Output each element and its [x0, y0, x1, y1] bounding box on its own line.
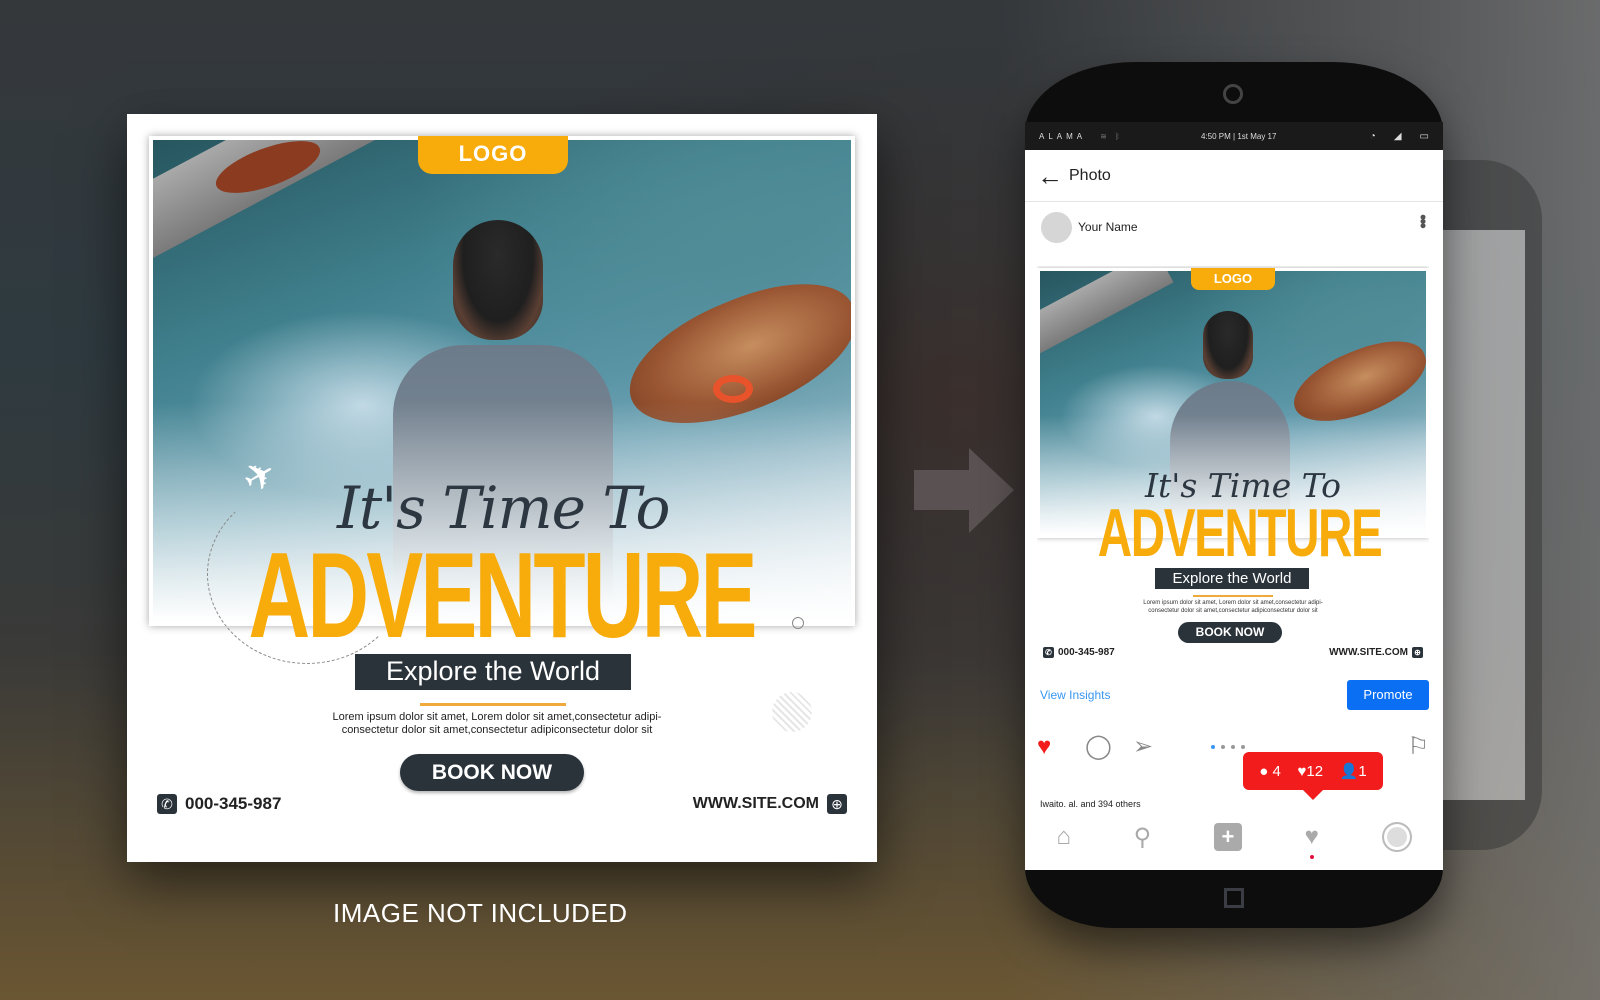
caption: IMAGE NOT INCLUDED	[333, 898, 628, 928]
mini-headline: ADVENTURE	[1097, 495, 1383, 571]
profile-icon[interactable]	[1381, 822, 1412, 852]
website-contact: WWW.SITE.COM ⊕	[693, 794, 847, 814]
user-name[interactable]: Your Name	[1078, 220, 1138, 234]
comment-count: 4	[1272, 762, 1281, 780]
back-arrow-icon[interactable]: ←	[1037, 163, 1063, 189]
phone-mockup: ALAMA ≋ ᛒ 4:50 PM | 1st May 17 ◔ ◢ ▭ ← P…	[1025, 62, 1443, 928]
signal-icon: ◢	[1393, 130, 1402, 142]
body-text: Lorem ipsum dolor sit amet, Lorem dolor …	[332, 711, 662, 736]
globe-icon: ⊕	[827, 794, 847, 814]
lifebuoy-image	[713, 375, 753, 403]
headline: ADVENTURE	[248, 527, 758, 663]
mini-script-title: It's Time To	[1145, 466, 1341, 505]
logo-badge: LOGO	[418, 136, 568, 174]
carrier-name: ALAMA	[1039, 131, 1087, 141]
person-head-image	[453, 220, 543, 340]
add-icon[interactable]: +	[1213, 823, 1242, 851]
heart-icon[interactable]: ♥	[1305, 823, 1319, 859]
home-button[interactable]	[1224, 888, 1244, 908]
user-icon: 👤	[1339, 763, 1359, 780]
decor-striped-circle	[772, 692, 812, 732]
phone-icon: ✆	[1043, 647, 1054, 658]
camera-icon	[1223, 84, 1243, 104]
carousel-dot[interactable]	[1211, 745, 1215, 749]
alarm-icon: ◔	[1369, 130, 1376, 142]
comment-icon: ●	[1259, 762, 1269, 780]
status-time: 4:50 PM | 1st May 17	[1201, 131, 1277, 141]
mini-body-text: Lorem ipsum dolor sit amet, Lorem dolor …	[1143, 600, 1323, 614]
carousel-dots	[1211, 745, 1245, 749]
battery-icon: ▭	[1419, 130, 1429, 142]
phone-icon: ✆	[157, 794, 177, 814]
promote-button[interactable]: Promote	[1347, 680, 1429, 710]
bluetooth-icon: ᛒ	[1114, 131, 1120, 141]
globe-icon: ⊕	[1412, 647, 1423, 658]
nav-header: ← Photo	[1025, 150, 1443, 202]
script-title: It's Time To	[337, 474, 670, 542]
page-title: Photo	[1069, 166, 1111, 184]
arrow-right-icon	[914, 448, 1014, 533]
status-bar: ALAMA ≋ ᛒ 4:50 PM | 1st May 17 ◔ ◢ ▭	[1025, 122, 1443, 150]
activity-notification: ● 4 ♥12 👤1	[1243, 752, 1383, 800]
carousel-dot[interactable]	[1231, 745, 1235, 749]
avatar[interactable]	[1041, 211, 1072, 243]
search-icon[interactable]: ⚲	[1134, 823, 1152, 852]
comment-icon[interactable]: ◯	[1085, 735, 1112, 759]
background-phone	[1430, 160, 1542, 850]
like-heart-icon[interactable]: ♥	[1037, 735, 1051, 759]
home-icon[interactable]: ⌂	[1056, 823, 1071, 851]
carousel-dot[interactable]	[1241, 745, 1245, 749]
website-url[interactable]: WWW.SITE.COM	[693, 795, 819, 813]
bookmark-icon[interactable]: ⚐	[1407, 735, 1429, 759]
more-options-icon[interactable]: •••	[1413, 214, 1433, 227]
flyer-template: LOGO ✈ It's Time To ADVENTURE Explore th…	[127, 114, 877, 862]
wifi-icon: ≋	[1100, 131, 1107, 141]
divider	[420, 703, 566, 706]
follower-count: 1	[1358, 763, 1367, 780]
mini-subtitle: Explore the World	[1155, 568, 1309, 589]
notification-dot	[1309, 855, 1314, 859]
phone-number: 000-345-987	[185, 794, 282, 813]
share-icon[interactable]: ➢	[1133, 735, 1153, 759]
mini-website: WWW.SITE.COM	[1329, 647, 1408, 658]
likes-summary[interactable]: Iwaito. al. and 394 others	[1040, 799, 1141, 809]
phone-contact: ✆ 000-345-987	[157, 794, 281, 814]
view-insights-link[interactable]: View Insights	[1040, 688, 1110, 702]
book-now-button[interactable]: BOOK NOW	[400, 754, 584, 791]
post-header: Your Name •••	[1025, 202, 1443, 252]
mini-book-now-button[interactable]: BOOK NOW	[1178, 622, 1282, 643]
like-count: 12	[1306, 762, 1324, 780]
carousel-dot[interactable]	[1221, 745, 1225, 749]
bottom-nav: ⌂ ⚲ + ♥	[1025, 814, 1443, 860]
phone-screen: ← Photo Your Name ••• LOGO It's Time To …	[1025, 150, 1443, 870]
post-image: LOGO It's Time To ADVENTURE Explore the …	[1037, 266, 1429, 662]
mini-phone-number: 000-345-987	[1058, 647, 1115, 658]
mini-logo-badge: LOGO	[1191, 268, 1275, 290]
